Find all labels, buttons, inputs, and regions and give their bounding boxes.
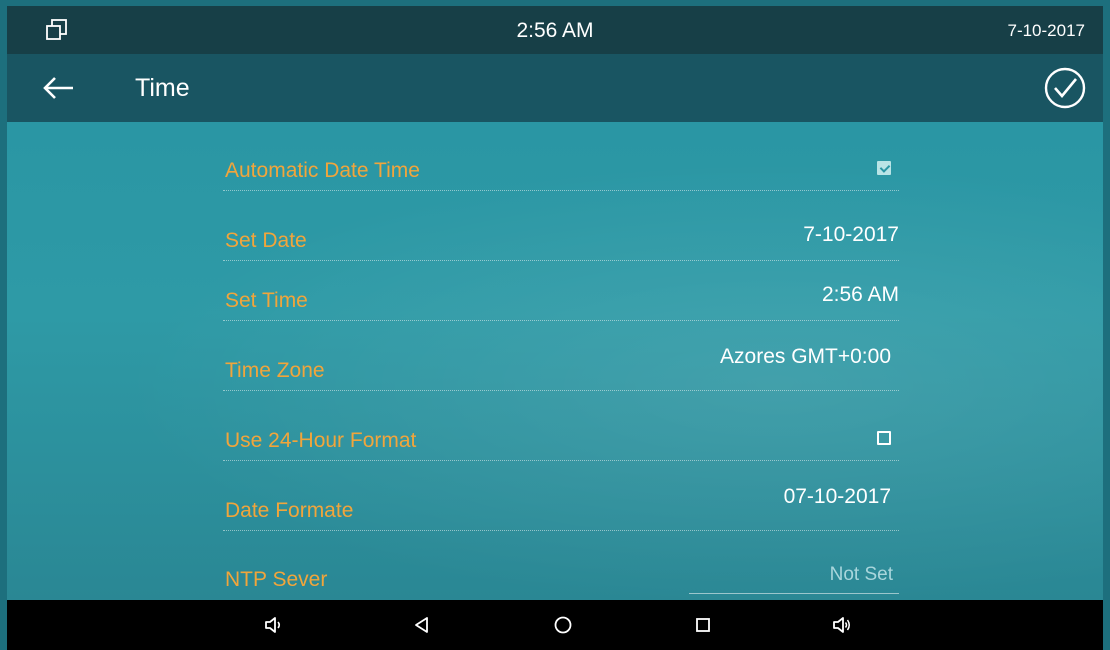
recents-square-icon[interactable]: [692, 614, 714, 636]
set-date-value: 7-10-2017: [803, 223, 899, 246]
time-zone-label: Time Zone: [225, 359, 325, 382]
ntp-server-row[interactable]: NTP Sever Not Set: [223, 540, 899, 600]
volume-down-icon[interactable]: [263, 614, 285, 636]
ntp-server-label: NTP Sever: [225, 568, 328, 591]
time-settings-screen: 2:56 AM 7-10-2017 Time Automatic Date Ti…: [0, 0, 1110, 650]
arrow-left-icon[interactable]: [41, 75, 77, 101]
ntp-server-input-underline: [689, 593, 899, 594]
row-divider: [223, 320, 899, 321]
row-divider: [223, 190, 899, 191]
status-bar: 2:56 AM 7-10-2017: [7, 6, 1103, 54]
volume-up-icon[interactable]: [831, 614, 853, 636]
back-triangle-icon[interactable]: [411, 614, 433, 636]
use-24-hour-label: Use 24-Hour Format: [225, 429, 417, 452]
status-clock: 2:56 AM: [516, 19, 594, 42]
date-format-value: 07-10-2017: [783, 485, 891, 508]
page-title: Time: [135, 74, 190, 102]
check-circle-icon[interactable]: [1043, 66, 1087, 110]
automatic-date-time-row[interactable]: Automatic Date Time: [223, 131, 899, 191]
settings-list: Automatic Date Time Set Date 7-10-2017 S…: [7, 122, 1103, 600]
set-date-row[interactable]: Set Date 7-10-2017: [223, 201, 899, 261]
use-24-hour-row[interactable]: Use 24-Hour Format: [223, 401, 899, 461]
set-date-label: Set Date: [225, 229, 307, 252]
automatic-date-time-label: Automatic Date Time: [225, 159, 420, 182]
row-divider: [223, 460, 899, 461]
set-time-value: 2:56 AM: [821, 283, 899, 306]
navigation-bar: [7, 600, 1103, 650]
time-zone-row[interactable]: Time Zone Azores GMT+0:00: [223, 331, 899, 391]
use-24-hour-checkbox[interactable]: [877, 431, 891, 445]
ntp-server-input[interactable]: Not Set: [830, 564, 893, 586]
set-time-row[interactable]: Set Time 2:56 AM: [223, 261, 899, 321]
date-format-row[interactable]: Date Formate 07-10-2017: [223, 471, 899, 531]
automatic-date-time-checkbox[interactable]: [877, 161, 891, 175]
time-zone-value: Azores GMT+0:00: [720, 345, 891, 368]
home-circle-icon[interactable]: [552, 614, 574, 636]
status-date: 7-10-2017: [1007, 21, 1085, 40]
set-time-label: Set Time: [225, 289, 308, 312]
row-divider: [223, 530, 899, 531]
title-bar: Time: [7, 54, 1103, 122]
date-format-label: Date Formate: [225, 499, 354, 522]
row-divider: [223, 390, 899, 391]
